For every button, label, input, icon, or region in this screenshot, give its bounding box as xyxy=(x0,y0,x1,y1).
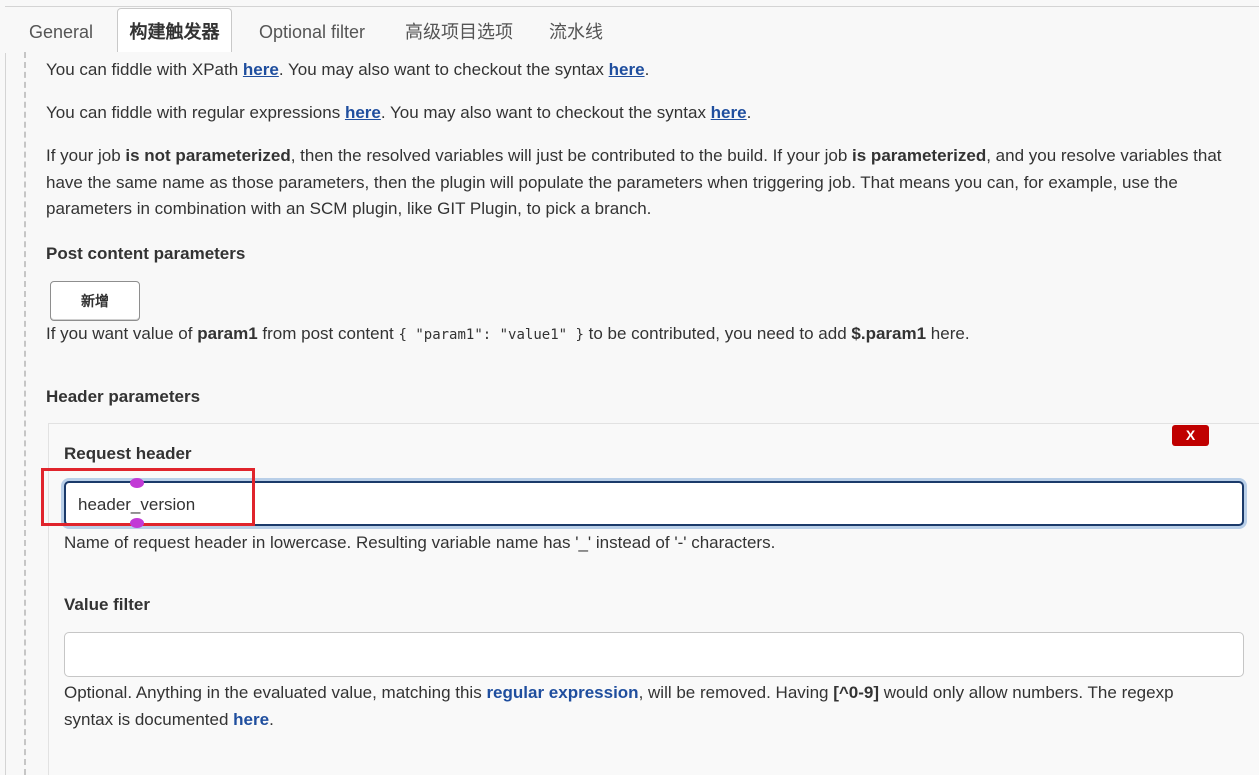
vf-help-text: would only allow numbers. The regexp xyxy=(879,683,1174,702)
xpath-fiddle-link[interactable]: here xyxy=(243,60,279,79)
post-content-heading: Post content parameters xyxy=(46,244,246,263)
post-help-text: If you want value of xyxy=(46,324,198,343)
value-filter-help-line-2: syntax is documented here. xyxy=(64,707,1174,734)
vf-help-text: syntax is documented xyxy=(64,709,234,729)
section-dashed-border xyxy=(24,52,26,775)
config-page: General 构建触发器 Optional filter 高级项目选项 流水线… xyxy=(0,0,1259,775)
parameterized-help-line-1: If your job is not parameterized, then t… xyxy=(46,143,1222,170)
text-cursor-handle-top xyxy=(130,478,144,488)
regex-syntax-link[interactable]: here xyxy=(711,103,747,122)
value-filter-label: Value filter xyxy=(64,595,150,614)
xpath-syntax-link[interactable]: here xyxy=(609,60,645,79)
xpath-help-text: You can fiddle with XPath xyxy=(46,60,243,79)
tab-pipeline[interactable]: 流水线 xyxy=(545,15,607,51)
vf-help-code: [^0-9] xyxy=(833,683,880,702)
vf-help-text: Optional. Anything in the evaluated valu… xyxy=(64,683,487,702)
regular-expression-link[interactable]: regular expression xyxy=(486,683,638,702)
request-header-help: Name of request header in lowercase. Res… xyxy=(64,533,776,552)
xpath-help-text-2: . You may also want to checkout the synt… xyxy=(278,60,609,79)
regexp-syntax-link[interactable]: here xyxy=(233,710,269,729)
trigger-section: You can fiddle with XPath here. You may … xyxy=(6,52,1259,775)
tab-build-triggers[interactable]: 构建触发器 xyxy=(117,8,232,53)
regex-help-end: . xyxy=(746,103,752,122)
value-filter-input[interactable] xyxy=(64,632,1244,677)
parameterized-help: If your job is not parameterized, then t… xyxy=(46,143,1222,223)
request-header-label: Request header xyxy=(64,444,192,463)
tab-optional-filter[interactable]: Optional filter xyxy=(253,15,371,51)
parameterized-help-line-2: have the same name as those parameters, … xyxy=(46,172,1178,192)
vf-help-text: . xyxy=(269,709,274,729)
param-bold: is not parameterized xyxy=(125,146,291,165)
tab-advanced-options[interactable]: 高级项目选项 xyxy=(400,15,518,51)
post-help-bold: param1 xyxy=(197,324,258,343)
regex-help: You can fiddle with regular expressions … xyxy=(46,100,751,127)
param-text: If your job xyxy=(46,146,126,165)
param-text: , then the resolved variables will just … xyxy=(290,146,853,165)
parameterized-help-line-3: parameters in combination with an SCM pl… xyxy=(46,199,652,218)
xpath-help-end: . xyxy=(644,60,650,79)
param-text: , and you resolve variables that xyxy=(986,146,1222,165)
delete-header-parameter-button[interactable]: X xyxy=(1172,425,1209,446)
tab-bar: General 构建触发器 Optional filter 高级项目选项 流水线 xyxy=(5,6,1259,53)
value-filter-help-line-1: Optional. Anything in the evaluated valu… xyxy=(64,680,1174,707)
add-post-content-button[interactable]: 新增 xyxy=(50,281,140,321)
value-filter-help: Optional. Anything in the evaluated valu… xyxy=(64,680,1174,733)
post-content-help: If you want value of param1 from post co… xyxy=(46,321,970,349)
param-bold: is parameterized xyxy=(852,146,987,165)
post-help-text: to be contributed, you need to add xyxy=(583,324,852,343)
highlight-annotation xyxy=(41,468,255,526)
regex-help-text: You can fiddle with regular expressions xyxy=(46,103,345,122)
post-help-bold: $.param1 xyxy=(851,324,927,343)
regex-help-text-2: . You may also want to checkout the synt… xyxy=(380,103,711,122)
post-help-text: here. xyxy=(926,324,970,343)
regex-fiddle-link[interactable]: here xyxy=(345,103,381,122)
post-help-text: from post content xyxy=(257,324,399,343)
header-parameters-heading: Header parameters xyxy=(46,387,201,406)
vf-help-text: , will be removed. Having xyxy=(638,683,834,702)
post-help-code: { "param1": "value1" } xyxy=(398,327,584,343)
tab-general[interactable]: General xyxy=(27,15,95,51)
xpath-help: You can fiddle with XPath here. You may … xyxy=(46,57,649,84)
text-cursor-handle-bottom xyxy=(130,518,144,528)
